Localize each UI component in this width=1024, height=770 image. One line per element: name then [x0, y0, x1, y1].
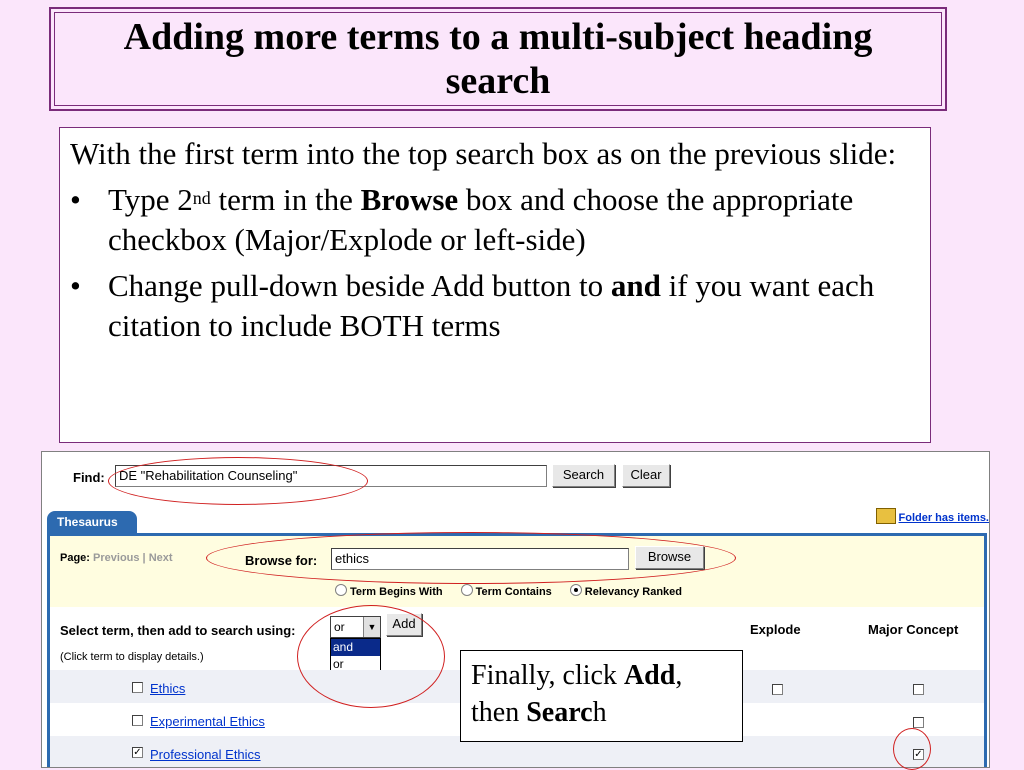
search-button[interactable]: Search — [552, 464, 615, 487]
callout-line1-bold: Add — [623, 660, 676, 691]
radio-relevancy-ranked[interactable]: Relevancy Ranked — [569, 584, 683, 598]
bullet1-mid: term in the — [210, 182, 361, 217]
major-checkbox[interactable] — [913, 684, 924, 695]
folder-icon — [875, 508, 896, 524]
radio-icon — [460, 584, 473, 596]
major-concept-header: Major Concept — [868, 622, 959, 637]
radio-term-contains[interactable]: Term Contains — [460, 584, 552, 598]
radio-term-begins[interactable]: Term Begins With — [335, 584, 443, 598]
term-checkbox-checked[interactable]: ✓ — [132, 747, 143, 758]
dropdown-option-and[interactable]: and — [331, 639, 380, 656]
term-checkbox[interactable] — [132, 715, 143, 726]
title-inner-frame: Adding more terms to a multi-subject hea… — [54, 12, 942, 106]
term-link-ethics[interactable]: Ethics — [150, 681, 185, 696]
radio-selected-icon — [569, 584, 582, 596]
bullet-list-box: With the first term into the top search … — [59, 127, 931, 443]
explode-checkbox[interactable] — [772, 684, 783, 695]
add-button[interactable]: Add — [386, 613, 422, 636]
bullet1-bold: Browse — [360, 182, 459, 217]
bullet-glyph: • — [70, 268, 81, 303]
page-label: Page: — [60, 552, 90, 564]
intro-text: With the first term into the top search … — [70, 134, 920, 174]
radio-icon — [335, 584, 347, 596]
browse-button[interactable]: Browse — [635, 546, 704, 569]
explode-header: Explode — [750, 622, 801, 637]
operator-select[interactable]: or ▼ — [330, 616, 381, 638]
folder-link-text: Folder has items. — [898, 512, 989, 524]
term-checkbox[interactable] — [132, 682, 143, 693]
term-link-experimental-ethics[interactable]: Experimental Ethics — [150, 714, 265, 729]
callout-line1-post: , — [675, 660, 683, 691]
instruction-callout: Finally, click Add, then Search — [460, 650, 743, 742]
title-frame: Adding more terms to a multi-subject hea… — [49, 7, 947, 111]
bullet2-pre: Change pull-down beside Add button to — [108, 268, 611, 303]
select-term-label: Select term, then add to search using: — [60, 623, 296, 638]
intro-text-content: With the first term into the top search … — [70, 136, 897, 171]
callout-line2-bold: Searc — [526, 697, 593, 728]
folder-link[interactable]: Folder has items. — [875, 508, 989, 524]
bullet-glyph: • — [70, 182, 81, 217]
browse-area: Page: Previous | Next Browse for: ethics… — [50, 536, 984, 607]
tab-thesaurus[interactable]: Thesaurus — [47, 511, 137, 533]
next-link[interactable]: Next — [149, 552, 173, 564]
radio-term-contains-label: Term Contains — [475, 586, 552, 598]
callout-line2-pre: then — [471, 697, 527, 728]
major-checkbox-checked[interactable]: ✓ — [913, 749, 924, 760]
radio-term-begins-label: Term Begins With — [350, 586, 443, 598]
slide-title: Adding more terms to a multi-subject hea… — [123, 16, 873, 102]
clear-button[interactable]: Clear — [622, 464, 670, 487]
previous-link[interactable]: Previous — [93, 552, 139, 564]
find-label: Find: — [73, 470, 105, 485]
chevron-down-icon[interactable]: ▼ — [363, 617, 380, 637]
find-input[interactable]: DE "Rehabilitation Counseling" — [115, 465, 547, 487]
term-link-professional-ethics[interactable]: Professional Ethics — [150, 747, 261, 762]
browse-label: Browse for: — [245, 553, 318, 568]
callout-line2-post: h — [592, 697, 607, 728]
page-navigation: Page: Previous | Next — [60, 552, 173, 564]
search-mode-radios: Term Begins With Term Contains Relevancy… — [335, 584, 682, 598]
bullet2-bold: and — [610, 268, 661, 303]
major-checkbox[interactable] — [913, 717, 924, 728]
bullet-item-pulldown: • Change pull-down beside Add button to … — [70, 266, 920, 346]
radio-relevancy-label: Relevancy Ranked — [584, 586, 683, 598]
bullet1-sup: nd — [192, 188, 211, 208]
browse-input[interactable]: ethics — [331, 548, 629, 570]
bullet1-pre: Type 2 — [108, 182, 193, 217]
callout-line1-pre: Finally, click — [471, 660, 624, 691]
click-hint: (Click term to display details.) — [60, 651, 204, 663]
page-separator: | — [139, 552, 149, 564]
bullet-item-browse: • Type 2nd term in the Browse box and ch… — [70, 180, 920, 260]
operator-select-value: or — [334, 620, 345, 634]
